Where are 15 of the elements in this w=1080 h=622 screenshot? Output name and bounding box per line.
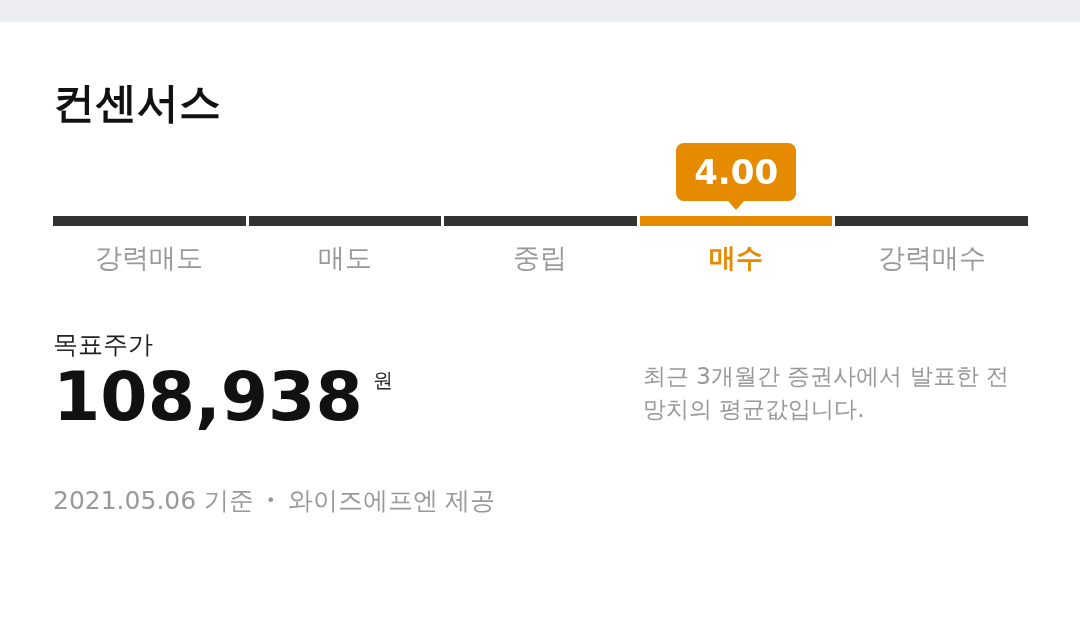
- section-title: 컨센서스: [53, 82, 222, 129]
- pointer-icon: [727, 200, 746, 210]
- date-basis: 2021.05.06 기준: [53, 485, 255, 518]
- score-badge: 4.00: [676, 143, 797, 201]
- data-provider: 와이즈에프엔 제공: [287, 485, 496, 518]
- rating-label: 중립: [513, 241, 568, 275]
- rating-label: 매도: [317, 241, 372, 275]
- rating-label: 강력매수: [877, 241, 986, 275]
- currency-unit: 원: [372, 367, 393, 394]
- separator-dot: •: [266, 491, 276, 511]
- target-price-value: 108,938: [53, 361, 363, 433]
- rating-label: 강력매도: [95, 241, 204, 275]
- target-price-label: 목표주가: [53, 329, 154, 361]
- rating-label: 매수: [709, 241, 764, 275]
- target-price-note: 최근 3개월간 증권사에서 발표한 전망치의 평균값입니다.: [643, 361, 1010, 425]
